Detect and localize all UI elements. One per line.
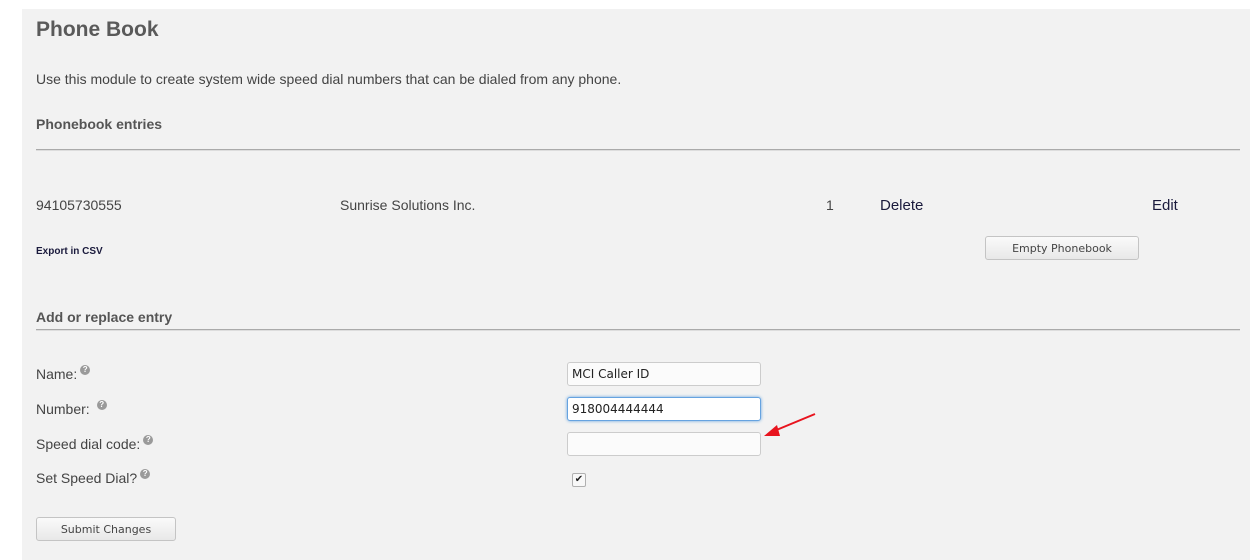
set-speed-dial-label-text: Set Speed Dial? [36, 470, 138, 486]
phonebook-entries-heading: Phonebook entries [36, 116, 163, 132]
submit-changes-button[interactable]: Submit Changes [36, 517, 176, 541]
name-label-text: Name: [36, 366, 78, 382]
number-label-text: Number: [36, 401, 90, 417]
divider [36, 149, 1240, 151]
export-csv-link[interactable]: Export in CSV [36, 246, 103, 257]
check-icon: ✔ [574, 474, 584, 485]
divider [36, 329, 1240, 331]
edit-link[interactable]: Edit [1152, 197, 1178, 214]
help-icon[interactable]: ? [140, 469, 151, 479]
speed-dial-label-text: Speed dial code: [36, 436, 141, 452]
phonebook-panel [22, 9, 1250, 560]
number-input[interactable] [567, 397, 761, 421]
add-entry-heading: Add or replace entry [36, 309, 173, 325]
speed-dial-code-input[interactable] [567, 432, 761, 456]
empty-phonebook-button[interactable]: Empty Phonebook [985, 236, 1139, 260]
set-speed-dial-checkbox[interactable]: ✔ [572, 473, 586, 487]
number-field-label: Number: ? [36, 400, 107, 417]
set-speed-dial-label: Set Speed Dial? ? [36, 469, 151, 486]
entry-number: 94105730555 [36, 197, 122, 213]
help-icon[interactable]: ? [143, 435, 154, 445]
page-description: Use this module to create system wide sp… [36, 71, 622, 87]
speed-dial-field-label: Speed dial code: ? [36, 435, 154, 452]
red-arrow-icon [764, 413, 816, 436]
name-input[interactable] [567, 362, 761, 386]
entry-speed-dial: 1 [826, 197, 834, 213]
help-icon[interactable]: ? [80, 365, 91, 375]
help-icon[interactable]: ? [96, 400, 107, 410]
name-field-label: Name: ? [36, 365, 91, 382]
delete-link[interactable]: Delete [880, 197, 923, 214]
entry-name: Sunrise Solutions Inc. [340, 197, 476, 213]
page-title: Phone Book [36, 18, 159, 41]
